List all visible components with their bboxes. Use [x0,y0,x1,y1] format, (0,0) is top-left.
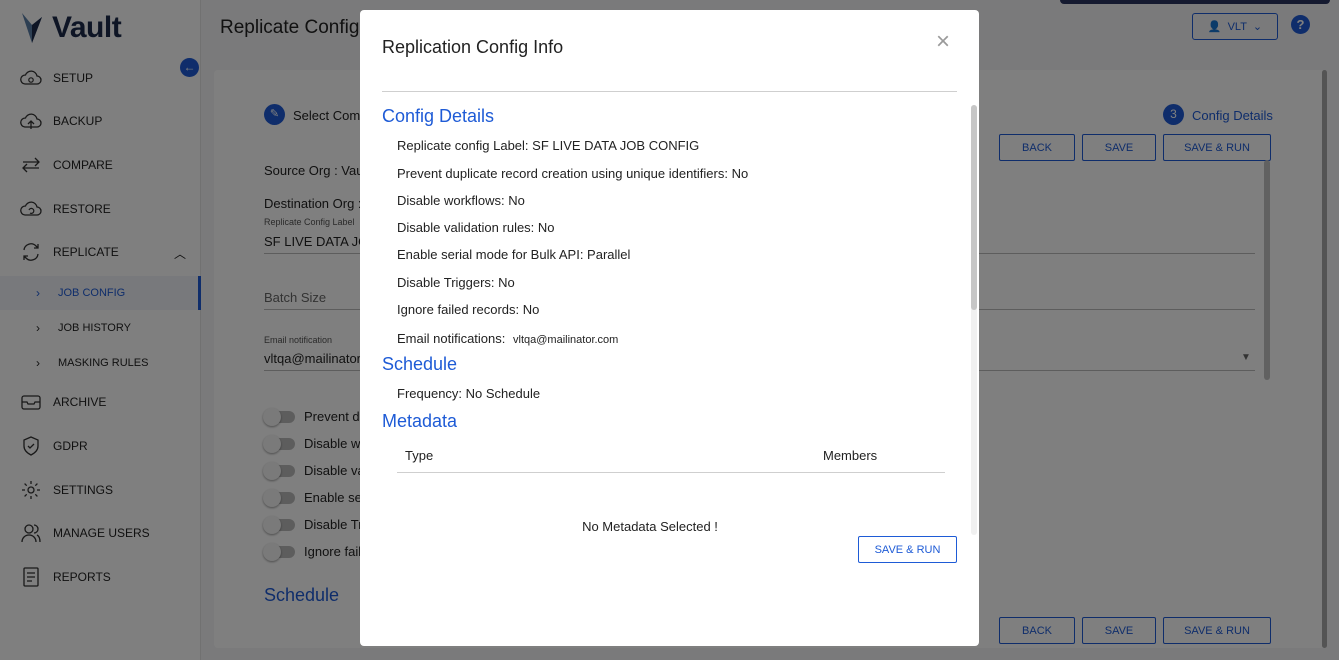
config-row-disable-triggers: Disable Triggers: No [397,275,515,290]
email-label: Email notifications: [397,331,506,346]
config-row-disable-workflows: Disable workflows: No [397,193,525,208]
modal-divider [382,91,957,92]
email-value: vltqa@mailinator.com [513,334,619,346]
table-header-type: Type [405,448,434,463]
table-header-divider [397,472,945,473]
config-details-heading: Config Details [382,106,495,126]
replication-config-info-modal: Replication Config Info × Config Details… [360,10,979,646]
metadata-heading: Metadata [382,411,458,431]
frequency-row: Frequency: No Schedule [397,386,541,401]
config-row-label: Replicate config Label: SF LIVE DATA JOB… [397,138,700,153]
config-row-serial-mode: Enable serial mode for Bulk API: Paralle… [397,247,631,262]
config-row-disable-validation: Disable validation rules: No [397,220,555,235]
modal-title: Replication Config Info [382,37,564,57]
schedule-heading: Schedule [382,354,458,374]
config-row-email: Email notifications: vltqa@mailinator.co… [397,331,618,346]
close-icon[interactable]: × [936,30,950,54]
table-header-members: Members [823,448,878,463]
config-row-ignore-failed: Ignore failed records: No [397,302,540,317]
modal-scrollbar-thumb[interactable] [971,105,977,310]
config-row-prevent-duplicate: Prevent duplicate record creation using … [397,166,749,181]
empty-metadata-message: No Metadata Selected ! [582,519,718,534]
save-run-button[interactable]: SAVE & RUN [858,536,957,563]
